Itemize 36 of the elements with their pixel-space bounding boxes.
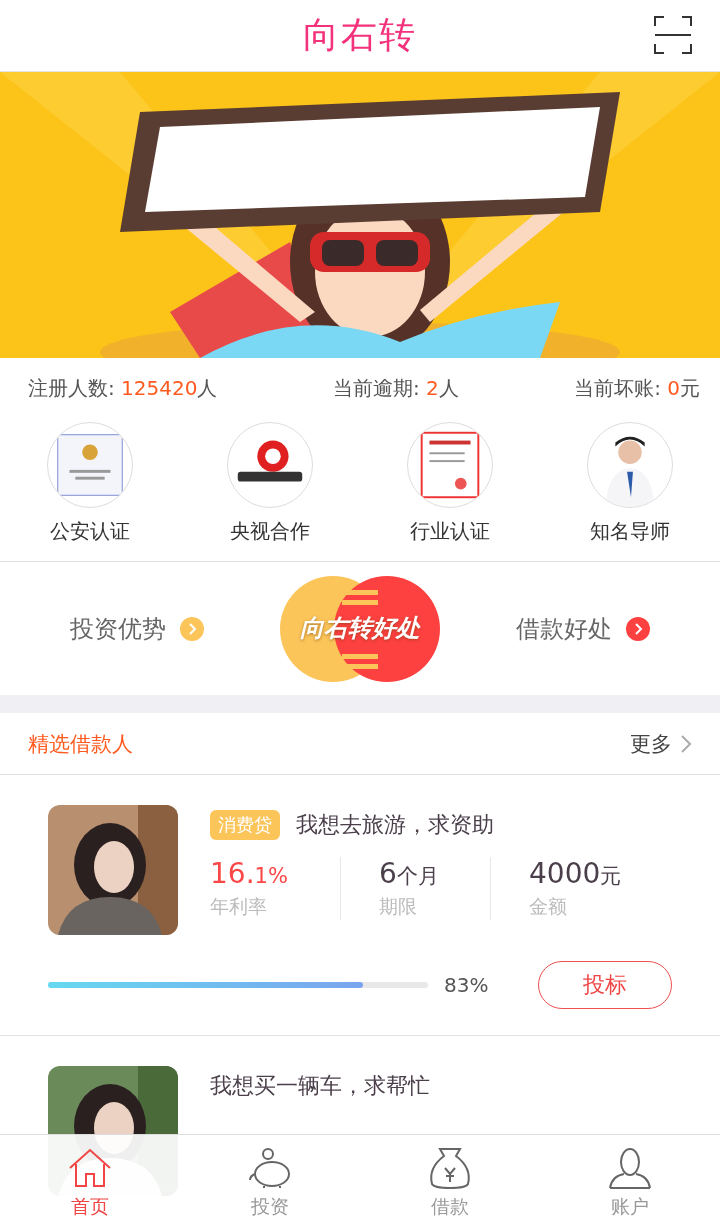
tab-label: 首页 (71, 1193, 109, 1219)
stat-text: 当前坏账: 0元 (574, 374, 700, 402)
rate-label: 年利率 (210, 894, 268, 919)
tab[interactable]: 借款 (360, 1135, 540, 1230)
loan-title: 我想买一辆车，求帮忙 (210, 1072, 430, 1100)
more-link[interactable]: 更多 (630, 729, 692, 758)
tab[interactable]: 账户 (540, 1135, 720, 1230)
amount-label: 金额 (529, 894, 568, 919)
stat-text: 注册人数: 125420人 (28, 374, 218, 402)
tab-label: 投资 (251, 1193, 289, 1219)
tab-label: 账户 (611, 1193, 649, 1219)
tab-label: 借款 (431, 1193, 469, 1219)
term-label: 期限 (379, 894, 418, 919)
stat-text: 当前逾期: 2人 (332, 374, 459, 402)
credential-label: 公安认证 (50, 518, 130, 545)
loan-benefit-link[interactable]: 借款好处 (516, 612, 650, 645)
scan-icon[interactable] (654, 16, 692, 54)
credential-label: 行业认证 (410, 518, 490, 545)
credential-label: 央视合作 (230, 518, 310, 545)
amount-value: 4000元 (529, 857, 623, 890)
loan-title: 我想去旅游，求资助 (296, 811, 494, 839)
chevron-icon (680, 733, 692, 754)
chevron-icon (626, 616, 650, 641)
chevron-icon (180, 616, 204, 641)
tab[interactable]: 投资 (180, 1135, 360, 1230)
bid-button[interactable]: 投标 (538, 961, 672, 1009)
credential-label: 知名导师 (590, 518, 670, 545)
section-title: 精选借款人 (28, 730, 133, 758)
term-value: 6个月 (379, 857, 440, 890)
tab[interactable]: 首页 (0, 1135, 180, 1230)
rate-value: 16.1% (210, 857, 289, 890)
progress-percent: 83% (444, 973, 490, 997)
person-icon (606, 1145, 654, 1190)
app-title: 向右转 (303, 13, 417, 57)
invest-advantage-link[interactable]: 投资优势 (70, 612, 204, 645)
loan-tag: 消费贷 (210, 810, 280, 840)
